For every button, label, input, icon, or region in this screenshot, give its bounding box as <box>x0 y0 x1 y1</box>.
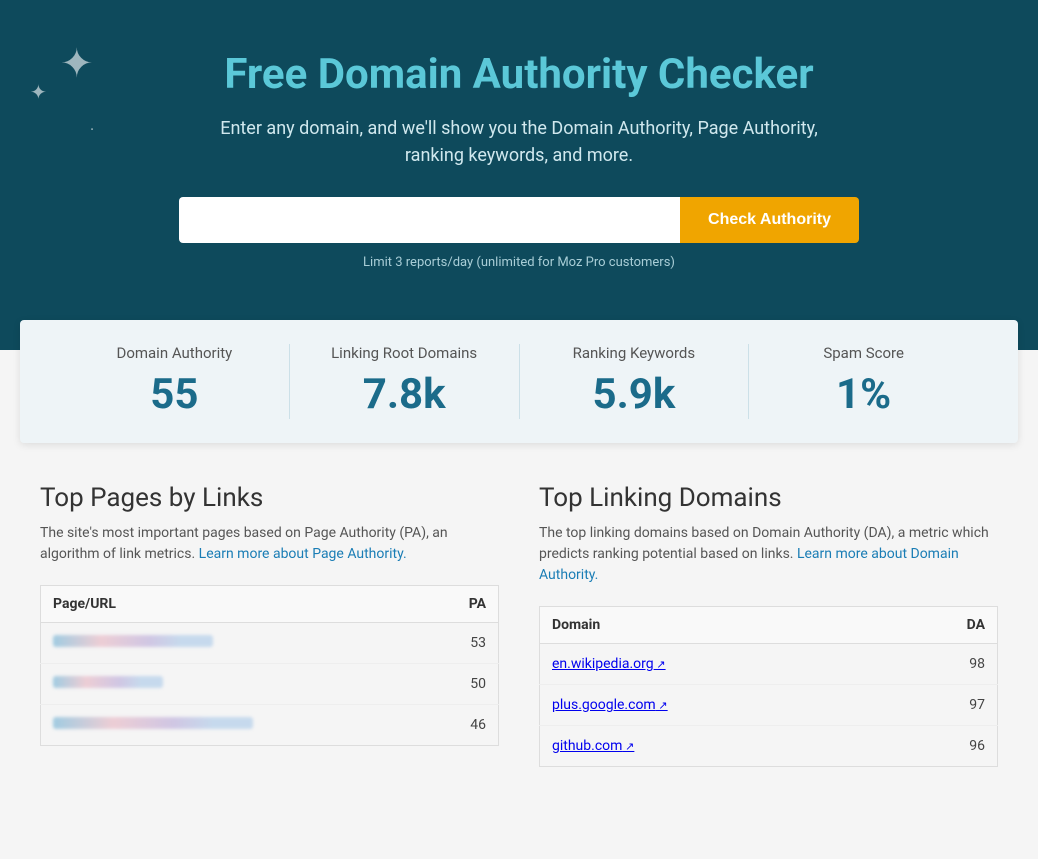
top-domains-table: Domain DA en.wikipedia.org 98 plus.googl… <box>539 606 998 767</box>
page-url-1 <box>41 623 427 664</box>
hero-title: Free Domain Authority Checker <box>20 50 1018 99</box>
metric-value-da: 55 <box>60 370 289 419</box>
top-pages-learn-more[interactable]: Learn more about Page Authority. <box>199 546 407 562</box>
top-pages-desc: The site's most important pages based on… <box>40 523 499 565</box>
table-row: 50 <box>41 664 499 705</box>
top-domains-section: Top Linking Domains The top linking doma… <box>539 483 998 767</box>
table-header-row: Domain DA <box>540 607 998 644</box>
col-header-domain: Domain <box>540 607 891 644</box>
domain-3: github.com <box>540 726 891 767</box>
metric-spam-score: Spam Score 1% <box>748 344 978 419</box>
da-2: 97 <box>890 685 997 726</box>
top-domains-title: Top Linking Domains <box>539 483 998 513</box>
top-domains-desc: The top linking domains based on Domain … <box>539 523 998 586</box>
domain-link-1[interactable]: en.wikipedia.org <box>552 656 666 672</box>
hero-subtitle: Enter any domain, and we'll show you the… <box>219 115 819 169</box>
metric-value-ld: 7.8k <box>290 370 519 419</box>
page-url-3 <box>41 705 427 746</box>
table-header-row: Page/URL PA <box>41 586 499 623</box>
hero-section: ✦ ✦ · Free Domain Authority Checker Ente… <box>0 0 1038 350</box>
metric-domain-authority: Domain Authority 55 <box>60 344 289 419</box>
page-pa-3: 46 <box>427 705 499 746</box>
table-row: github.com 96 <box>540 726 998 767</box>
metric-label-ld: Linking Root Domains <box>290 344 519 362</box>
page-url-2 <box>41 664 427 705</box>
metric-value-ss: 1% <box>749 370 978 419</box>
table-row: 53 <box>41 623 499 664</box>
domain-2: plus.google.com <box>540 685 891 726</box>
domain-1: en.wikipedia.org <box>540 644 891 685</box>
blurred-url-3 <box>53 717 253 729</box>
domain-link-3[interactable]: github.com <box>552 738 634 754</box>
metric-label-ss: Spam Score <box>749 344 978 362</box>
table-row: en.wikipedia.org 98 <box>540 644 998 685</box>
col-header-pa: PA <box>427 586 499 623</box>
da-3: 96 <box>890 726 997 767</box>
metrics-bar: Domain Authority 55 Linking Root Domains… <box>20 320 1018 443</box>
metric-label-rk: Ranking Keywords <box>520 344 749 362</box>
metric-value-rk: 5.9k <box>520 370 749 419</box>
top-pages-section: Top Pages by Links The site's most impor… <box>40 483 499 767</box>
table-row: plus.google.com 97 <box>540 685 998 726</box>
blurred-url-2 <box>53 676 163 688</box>
top-pages-table: Page/URL PA 53 50 <box>40 585 499 746</box>
domain-link-2[interactable]: plus.google.com <box>552 697 668 713</box>
search-row: Check Authority <box>179 197 859 243</box>
sparkle-icon-3: · <box>90 120 94 139</box>
col-header-da: DA <box>890 607 997 644</box>
page-pa-2: 50 <box>427 664 499 705</box>
top-pages-title: Top Pages by Links <box>40 483 499 513</box>
page-pa-1: 53 <box>427 623 499 664</box>
domain-input[interactable] <box>179 197 680 243</box>
da-1: 98 <box>890 644 997 685</box>
table-row: 46 <box>41 705 499 746</box>
blurred-url-1 <box>53 635 213 647</box>
main-content: Top Pages by Links The site's most impor… <box>0 443 1038 787</box>
metric-label-da: Domain Authority <box>60 344 289 362</box>
check-authority-button[interactable]: Check Authority <box>680 197 859 243</box>
limit-notice: Limit 3 reports/day (unlimited for Moz P… <box>20 255 1018 270</box>
metric-linking-domains: Linking Root Domains 7.8k <box>289 344 519 419</box>
col-header-page-url: Page/URL <box>41 586 427 623</box>
metric-ranking-keywords: Ranking Keywords 5.9k <box>519 344 749 419</box>
